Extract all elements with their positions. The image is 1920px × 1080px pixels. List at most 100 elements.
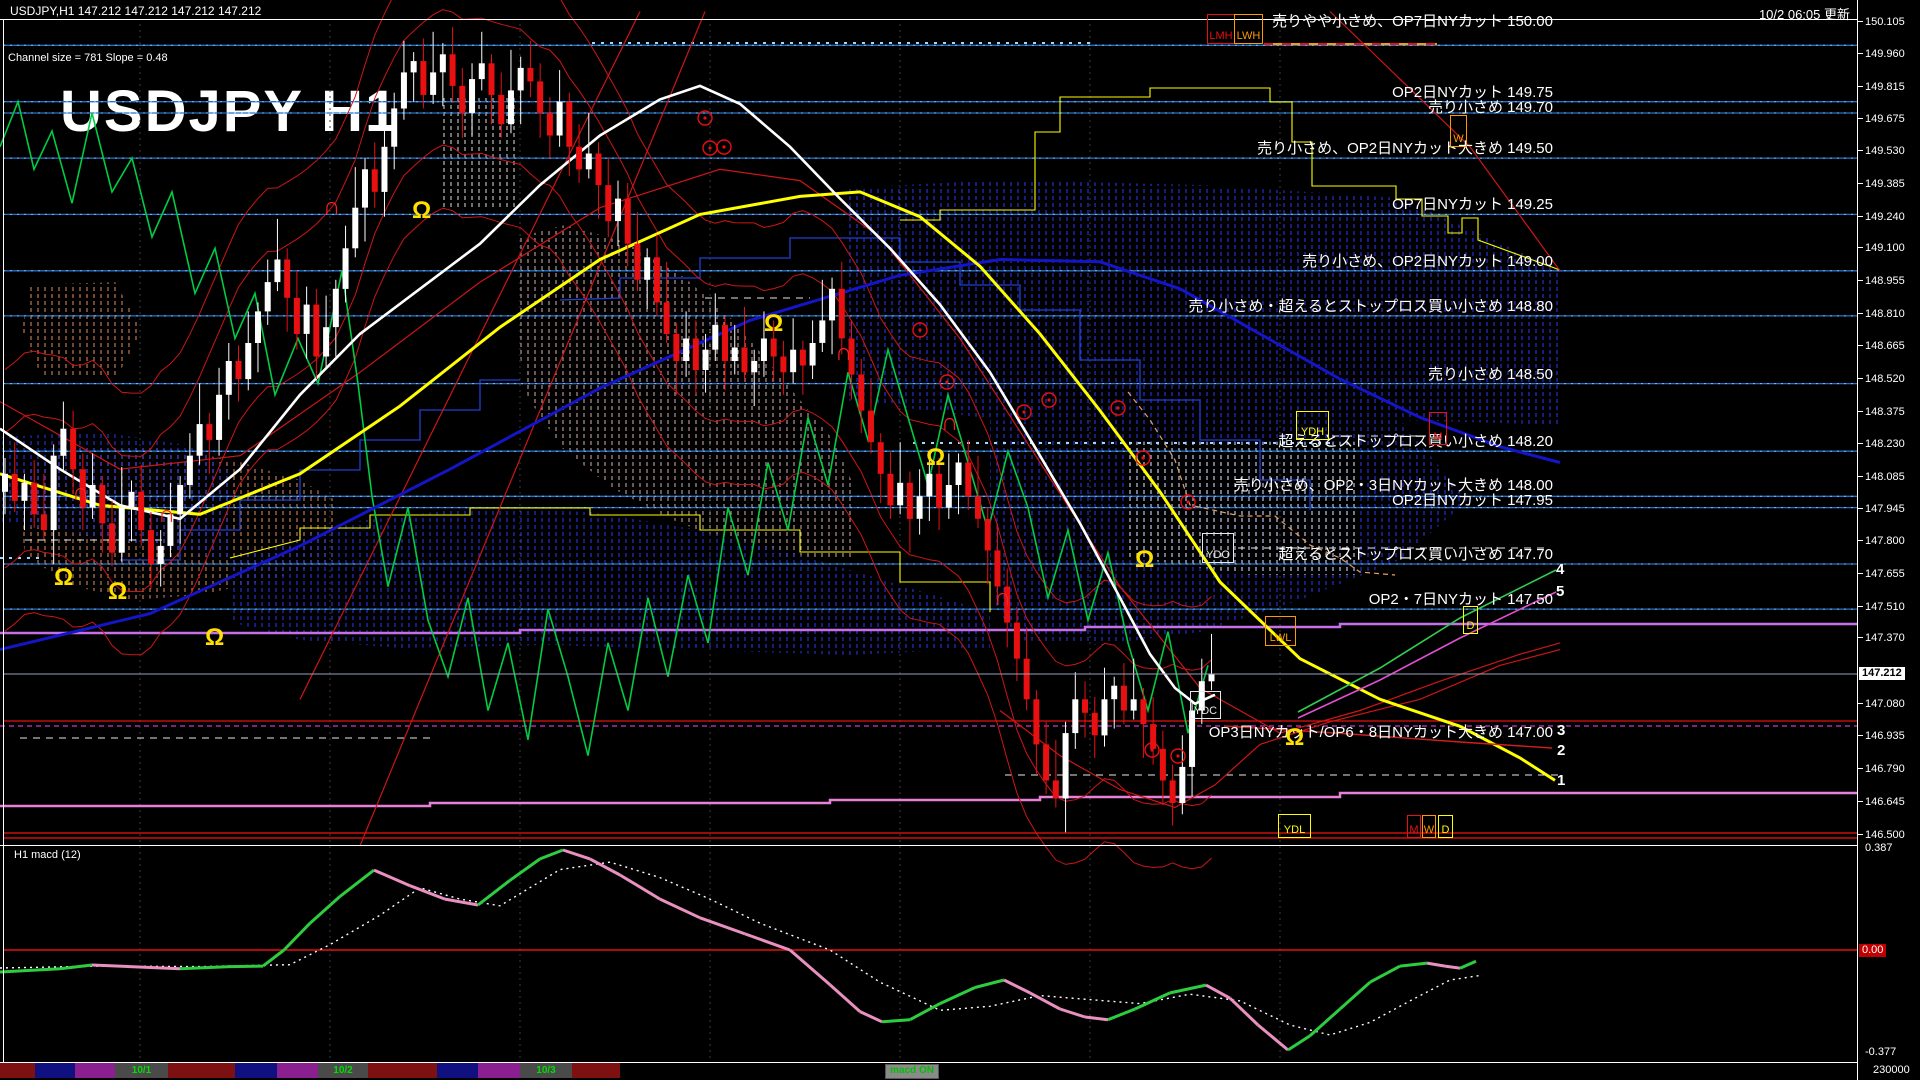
candle-body — [557, 102, 563, 136]
price-axis-label: 150.105 — [1865, 16, 1905, 28]
timeline-date-10-3[interactable]: 10/3 — [520, 1063, 572, 1078]
timeline-session-segment[interactable] — [437, 1063, 478, 1078]
timeline-session-segment[interactable] — [277, 1063, 318, 1078]
timeline-session-segment[interactable] — [75, 1063, 115, 1078]
level-box-d[interactable]: D — [1463, 606, 1478, 634]
level-box-lwl[interactable]: LWL — [1265, 616, 1296, 646]
candle-body — [897, 483, 903, 506]
macd-line-segment — [1445, 966, 1460, 968]
level-box-w[interactable]: W — [1422, 815, 1436, 838]
timeline-session-segment[interactable] — [368, 1063, 437, 1078]
candle-body — [1160, 749, 1166, 781]
macd-line-segment — [1400, 963, 1427, 966]
candle-body — [1111, 686, 1117, 700]
candle-body — [751, 361, 757, 372]
price-axis-label: 148.230 — [1865, 438, 1905, 450]
candle-body — [703, 350, 709, 370]
macd-line-segment — [130, 967, 180, 969]
level-box-ydo[interactable]: YDO — [1202, 533, 1234, 563]
timeline-session-segment[interactable] — [35, 1063, 75, 1078]
price-axis-label: 147.370 — [1865, 632, 1905, 644]
candle-body — [70, 429, 76, 470]
macd-line-segment — [60, 965, 92, 969]
macd-line-segment — [1004, 980, 1030, 993]
candle-body — [965, 463, 971, 497]
candle-body — [985, 519, 991, 551]
sell-signal-arc-icon: ∩ — [158, 501, 175, 529]
buy-signal-omega-icon: Ω — [1135, 546, 1154, 574]
sell-signal-arc-icon: ∩ — [323, 193, 340, 221]
macd-line-segment — [700, 918, 745, 934]
macd-line-segment — [1310, 1009, 1340, 1036]
level-box-ydc[interactable]: YDC — [1190, 691, 1221, 719]
price-axis[interactable]: 150.105149.960149.815149.675149.530149.3… — [1857, 0, 1920, 1080]
price-axis-label: 149.960 — [1865, 48, 1905, 60]
timeline-session-segment[interactable] — [235, 1063, 277, 1078]
candle-body — [994, 550, 1000, 586]
price-axis-label: 149.240 — [1865, 211, 1905, 223]
candle-body — [712, 325, 718, 350]
candle-body — [858, 375, 864, 411]
macd-line-segment — [590, 859, 620, 875]
chart-left-frame — [3, 19, 4, 1062]
channel-info-label: Channel size = 781 Slope = 0.48 — [8, 52, 168, 64]
timeline-date-10-1[interactable]: 10/1 — [115, 1063, 168, 1078]
macd-on-button[interactable]: macd ON — [885, 1064, 939, 1079]
candle-body — [440, 54, 446, 72]
macd-line-segment — [478, 880, 510, 905]
candle-body — [926, 474, 932, 497]
candle-body — [401, 72, 407, 108]
timeline-session-segment[interactable] — [168, 1063, 235, 1078]
candle-body — [313, 305, 319, 357]
level-box-w[interactable]: W — [1450, 115, 1467, 147]
candle-body — [518, 68, 524, 91]
level-box-d[interactable]: D — [1438, 815, 1453, 838]
candle-body — [1092, 713, 1098, 736]
macd-zero-box: 0.00 — [1859, 944, 1886, 957]
sell-signal-arc-icon: ∩ — [835, 339, 852, 367]
timeline-session-segment[interactable] — [478, 1063, 520, 1078]
timeline-date-10-2[interactable]: 10/2 — [318, 1063, 368, 1078]
candle-body — [508, 90, 514, 124]
candle-body — [352, 208, 358, 249]
chart-canvas[interactable] — [0, 0, 1920, 1080]
price-axis-label: 147.800 — [1865, 535, 1905, 547]
macd-line-segment — [1258, 1025, 1288, 1050]
price-axis-label: 149.530 — [1865, 145, 1905, 157]
candle-body — [459, 86, 465, 113]
candle-body — [936, 474, 942, 508]
candle-body — [566, 102, 572, 147]
candle-body — [411, 61, 417, 72]
timeline-session-segment[interactable] — [572, 1063, 620, 1078]
candle-body — [430, 72, 436, 95]
level-box-ydh[interactable]: YDH — [1296, 411, 1329, 440]
level-box-m[interactable]: M — [1407, 815, 1421, 838]
price-axis-label: 146.500 — [1865, 829, 1905, 841]
candle-body — [1140, 699, 1146, 724]
candle-body — [596, 154, 602, 186]
candle-body — [138, 492, 144, 530]
macd-line-segment — [1108, 1009, 1135, 1020]
projection-number-3: 3 — [1557, 722, 1565, 739]
candle-body — [381, 147, 387, 192]
level-box-ydl[interactable]: YDL — [1278, 814, 1311, 838]
buy-signal-omega-icon: Ω — [108, 578, 127, 606]
macd-line-segment — [910, 1004, 940, 1020]
level-box-lwh[interactable]: LWH — [1234, 14, 1263, 44]
candle-body — [810, 343, 816, 366]
annotation-149.25: OP7日NYカット 149.25 — [1392, 193, 1553, 214]
annotation-149.7: 売り小さめ 149.70 — [1428, 96, 1553, 117]
candle-body — [1209, 675, 1215, 682]
timeline-session-segment[interactable] — [0, 1063, 35, 1078]
candle-body — [1063, 733, 1069, 798]
candle-body — [537, 81, 543, 113]
candle-body — [790, 350, 796, 373]
level-box-lmh[interactable]: LMH — [1207, 14, 1235, 44]
level-box-m[interactable]: M — [1429, 412, 1447, 445]
buy-signal-omega-icon: Ω — [205, 624, 224, 652]
candle-body — [60, 429, 66, 456]
candle-body — [956, 463, 962, 486]
projection-number-4: 4 — [1556, 561, 1564, 578]
mt4-chart-window: USDJPY H1 USDJPY,H1 147.212 147.212 147.… — [0, 0, 1920, 1080]
macd-line-segment — [1460, 961, 1476, 968]
